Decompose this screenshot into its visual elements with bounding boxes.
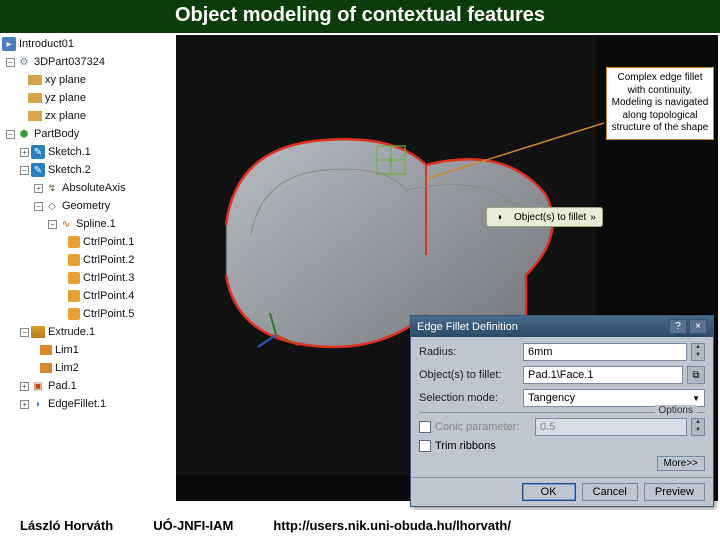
tree-ctrlpoint[interactable]: CtrlPoint.4 <box>2 287 174 305</box>
tree-plane[interactable]: yz plane <box>2 89 174 107</box>
body-icon: ⬢ <box>17 127 31 141</box>
limit-icon <box>40 345 52 355</box>
point-icon <box>68 254 80 266</box>
axis-icon: ↯ <box>45 181 59 195</box>
dialog-titlebar[interactable]: Edge Fillet Definition ? × <box>411 316 713 337</box>
gear-icon: ⚙ <box>17 55 31 69</box>
point-icon <box>68 290 80 302</box>
point-icon <box>68 272 80 284</box>
tree-plane[interactable]: xy plane <box>2 71 174 89</box>
close-button[interactable]: × <box>689 319 707 334</box>
radius-spinner[interactable]: ▲▼ <box>691 343 705 361</box>
footer-org: UÓ-JNFI-IAM <box>153 518 233 533</box>
collapse-icon[interactable]: − <box>34 202 43 211</box>
ok-button[interactable]: OK <box>522 483 576 501</box>
objects-picker[interactable]: ⧉ <box>687 366 705 384</box>
tree-ctrlpoint[interactable]: CtrlPoint.2 <box>2 251 174 269</box>
point-icon <box>68 236 80 248</box>
extrude-icon <box>31 326 45 338</box>
tree-axis[interactable]: +↯AbsoluteAxis <box>2 179 174 197</box>
conic-spinner: ▲▼ <box>691 418 705 436</box>
conic-input <box>535 418 687 436</box>
tree-fillet[interactable]: +◗EdgeFillet.1 <box>2 395 174 413</box>
trim-label: Trim ribbons <box>435 440 496 452</box>
expand-icon[interactable]: + <box>34 184 43 193</box>
expand-icon[interactable]: + <box>20 382 29 391</box>
collapse-icon[interactable]: − <box>48 220 57 229</box>
annotation-box: Complex edge fillet with continuity. Mod… <box>606 67 714 140</box>
fillet-icon: ◗ <box>31 397 45 411</box>
plane-icon <box>28 75 42 85</box>
pad-icon: ▣ <box>31 379 45 393</box>
tree-extrude[interactable]: −Extrude.1 <box>2 323 174 341</box>
tree-spline[interactable]: −∿Spline.1 <box>2 215 174 233</box>
geometry-icon: ◇ <box>45 199 59 213</box>
trim-checkbox[interactable] <box>419 440 431 452</box>
slide-footer: László Horváth UÓ-JNFI-IAM http://users.… <box>0 510 720 540</box>
expand-icon[interactable]: + <box>20 148 29 157</box>
more-button[interactable]: More>> <box>657 456 705 471</box>
cancel-button[interactable]: Cancel <box>582 483 638 501</box>
tooltip-label: Object(s) to fillet <box>514 212 586 223</box>
sketch-icon: ✎ <box>31 145 45 159</box>
radius-label: Radius: <box>419 346 519 358</box>
radius-input[interactable] <box>523 343 687 361</box>
main-area: ▸Introduct01 −⚙3DPart037324 xy plane yz … <box>0 33 720 503</box>
tree-ctrlpoint[interactable]: CtrlPoint.1 <box>2 233 174 251</box>
part-icon: ▸ <box>2 37 16 51</box>
footer-url: http://users.nik.uni-obuda.hu/lhorvath/ <box>273 518 511 533</box>
tree-limit[interactable]: Lim2 <box>2 359 174 377</box>
dialog-footer: OK Cancel Preview <box>411 477 713 506</box>
expand-icon[interactable]: + <box>20 400 29 409</box>
collapse-icon[interactable]: − <box>6 58 15 67</box>
limit-icon <box>40 363 52 373</box>
dialog-body: Radius: ▲▼ Object(s) to fillet: ⧉ Select… <box>411 337 713 477</box>
spline-icon: ∿ <box>59 217 73 231</box>
tree-plane[interactable]: zx plane <box>2 107 174 125</box>
chevron-right-icon: » <box>590 212 596 223</box>
help-button[interactable]: ? <box>669 319 687 334</box>
tree-ctrlpoint[interactable]: CtrlPoint.5 <box>2 305 174 323</box>
fillet-selection-tooltip: ◗ Object(s) to fillet » <box>486 207 603 227</box>
tree-root[interactable]: ▸Introduct01 <box>2 35 174 53</box>
chevron-up-icon[interactable]: ▲ <box>692 344 704 352</box>
tree-sketch[interactable]: +✎Sketch.1 <box>2 143 174 161</box>
chevron-down-icon[interactable]: ▼ <box>692 352 704 360</box>
options-separator: Options <box>419 412 705 413</box>
tree-ctrlpoint[interactable]: CtrlPoint.3 <box>2 269 174 287</box>
tree-limit[interactable]: Lim1 <box>2 341 174 359</box>
objects-input[interactable] <box>523 366 683 384</box>
collapse-icon[interactable]: − <box>20 328 29 337</box>
tree-partbody[interactable]: −⬢PartBody <box>2 125 174 143</box>
tree-sketch[interactable]: −✎Sketch.2 <box>2 161 174 179</box>
tree-geometry[interactable]: −◇Geometry <box>2 197 174 215</box>
sketch-icon: ✎ <box>31 163 45 177</box>
edge-fillet-dialog[interactable]: Edge Fillet Definition ? × Radius: ▲▼ Ob… <box>410 315 714 507</box>
collapse-icon[interactable]: − <box>6 130 15 139</box>
preview-button[interactable]: Preview <box>644 483 705 501</box>
collapse-icon[interactable]: − <box>20 166 29 175</box>
slide-title: Object modeling of contextual features <box>0 0 720 33</box>
objects-label: Object(s) to fillet: <box>419 369 519 381</box>
tree-pad[interactable]: +▣Pad.1 <box>2 377 174 395</box>
3d-viewport[interactable]: ◗ Object(s) to fillet » Complex edge fil… <box>176 35 718 501</box>
conic-checkbox[interactable] <box>419 421 431 433</box>
footer-author: László Horváth <box>20 518 113 533</box>
conic-label: Conic parameter: <box>435 421 531 433</box>
dialog-title: Edge Fillet Definition <box>417 321 518 333</box>
feature-tree[interactable]: ▸Introduct01 −⚙3DPart037324 xy plane yz … <box>2 35 174 501</box>
plane-icon <box>28 93 42 103</box>
selection-mode-label: Selection mode: <box>419 392 519 404</box>
tree-3dpart[interactable]: −⚙3DPart037324 <box>2 53 174 71</box>
point-icon <box>68 308 80 320</box>
chevron-down-icon: ▼ <box>692 394 700 403</box>
fillet-icon: ◗ <box>493 210 507 224</box>
plane-icon <box>28 111 42 121</box>
